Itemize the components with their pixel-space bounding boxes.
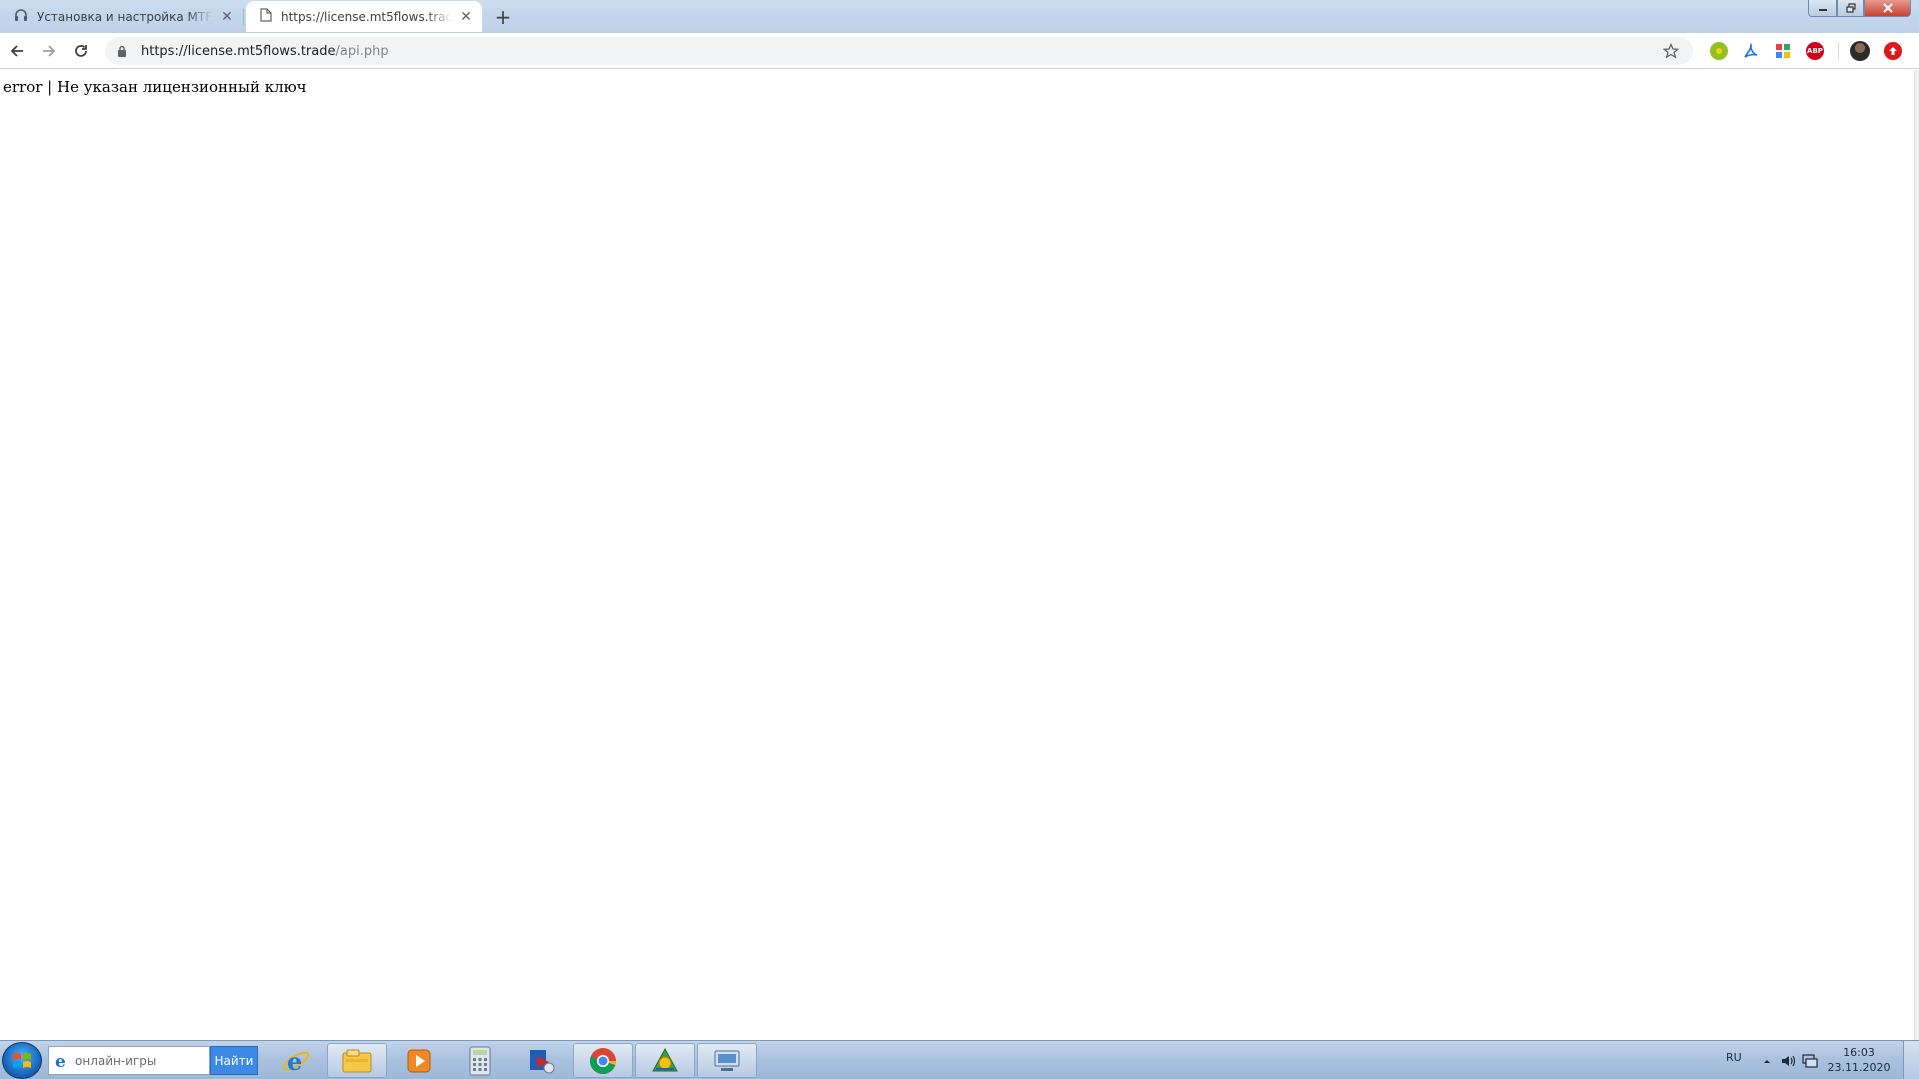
arrow-right-icon	[43, 45, 56, 57]
chevron-up-icon[interactable]	[1759, 1053, 1775, 1069]
restore-button[interactable]	[1837, 0, 1864, 17]
close-icon[interactable]: ✕	[219, 9, 235, 25]
taskbar-app-explorer[interactable]	[327, 1043, 387, 1078]
minimize-button[interactable]	[1808, 0, 1837, 17]
show-desktop-button[interactable]	[1903, 1041, 1919, 1079]
system-tray: RU 16:03 23.11.2020	[1716, 1041, 1919, 1079]
grid-extension-icon[interactable]	[1774, 42, 1792, 60]
chrome-icon	[589, 1047, 616, 1074]
error-message: error | Не указан лицензионный ключ	[3, 78, 307, 96]
taskbar-app-chrome[interactable]	[573, 1043, 633, 1078]
headphones-icon	[14, 8, 28, 25]
arrow-left-icon	[10, 45, 23, 57]
windows-logo-icon	[13, 1052, 31, 1068]
tab-strip: Установка и настройка MTFlows ✕ https://…	[0, 0, 1919, 33]
url-host: https://license.mt5flows.trade	[141, 43, 336, 59]
taskbar-app-internet-explorer[interactable]: e	[266, 1043, 326, 1078]
clock[interactable]: 16:03 23.11.2020	[1824, 1045, 1894, 1075]
browser-toolbar: https://license.mt5flows.trade/api.php A…	[0, 33, 1919, 69]
minimize-icon	[1818, 9, 1827, 11]
reload-button[interactable]	[70, 40, 92, 62]
back-button[interactable]	[6, 40, 28, 62]
close-icon	[1882, 3, 1893, 13]
start-button[interactable]	[2, 1042, 42, 1079]
reload-icon	[75, 45, 87, 57]
search-button[interactable]: Найти	[210, 1046, 258, 1075]
search-input[interactable]: онлайн-игры	[75, 1054, 156, 1068]
windows-taskbar: e онлайн-игры Найти e RU 16:03 23.11.202…	[0, 1040, 1919, 1079]
network-status-icon[interactable]	[1802, 1053, 1818, 1069]
web-page: error | Не указан лицензионный ключ	[0, 70, 1919, 1040]
svg-text:e: e	[287, 1047, 302, 1076]
internet-explorer-icon: e	[53, 1052, 71, 1070]
green-extension-icon[interactable]	[1710, 42, 1728, 60]
taskbar-app-network[interactable]	[697, 1043, 757, 1078]
restore-icon	[1845, 3, 1856, 13]
address-bar[interactable]: https://license.mt5flows.trade/api.php	[105, 37, 1693, 65]
taskbar-app-outlook[interactable]	[512, 1043, 572, 1078]
metatrader-icon	[652, 1047, 678, 1071]
avatar[interactable]	[1850, 41, 1870, 61]
acrobat-icon[interactable]	[1742, 42, 1760, 60]
url-path: /api.php	[335, 43, 389, 59]
window-close-button[interactable]	[1864, 0, 1911, 17]
tab-license-api[interactable]: https://license.mt5flows.trade/api.php ✕	[246, 1, 482, 32]
taskbar-app-metatrader[interactable]	[635, 1043, 695, 1078]
star-icon[interactable]	[1662, 42, 1680, 59]
media-player-icon	[407, 1049, 431, 1072]
internet-explorer-icon: e	[282, 1047, 310, 1076]
tab-mtflows-setup[interactable]: Установка и настройка MTFlows ✕	[0, 1, 243, 32]
forward-button[interactable]	[38, 40, 60, 62]
explorer-icon	[342, 1049, 372, 1072]
close-icon[interactable]: ✕	[458, 9, 474, 25]
scrollbar-track[interactable]	[1914, 70, 1919, 1040]
clock-date: 23.11.2020	[1827, 1061, 1891, 1074]
calculator-icon	[469, 1046, 491, 1075]
clock-time: 16:03	[1843, 1046, 1875, 1059]
tab-divider	[243, 9, 244, 25]
tab-title: Установка и настройка MTFlows	[37, 9, 213, 24]
speaker-icon[interactable]	[1781, 1053, 1797, 1069]
page-icon	[260, 8, 272, 25]
taskbar-search-box[interactable]: e онлайн-игры	[48, 1046, 210, 1075]
toolbar-divider	[1838, 42, 1839, 60]
lock-icon[interactable]	[115, 45, 129, 57]
language-indicator[interactable]: RU	[1726, 1051, 1742, 1064]
adblock-icon[interactable]: ABP	[1806, 42, 1824, 60]
outlook-icon	[530, 1049, 555, 1073]
taskbar-app-calculator[interactable]	[450, 1043, 510, 1078]
taskbar-app-media-player[interactable]	[389, 1043, 449, 1078]
tab-title: https://license.mt5flows.trade/api.php	[281, 9, 452, 24]
network-icon	[714, 1050, 740, 1071]
new-tab-button[interactable]: +	[489, 5, 517, 29]
red-extension-icon[interactable]	[1884, 42, 1902, 60]
url-text[interactable]: https://license.mt5flows.trade/api.php	[141, 44, 389, 59]
svg-text:e: e	[55, 1052, 66, 1070]
